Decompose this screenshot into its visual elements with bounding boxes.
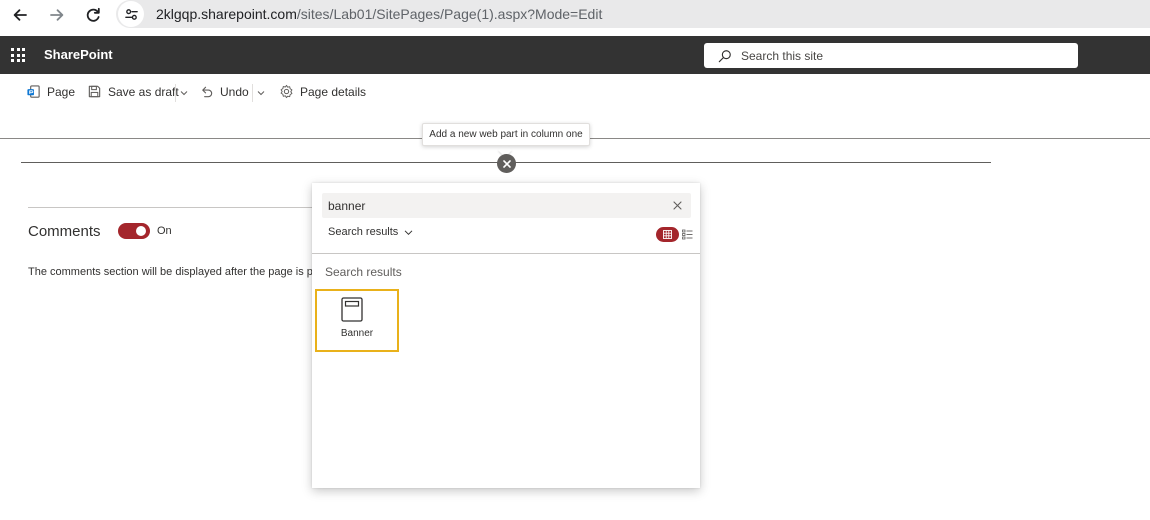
site-search-input[interactable] [741, 48, 1041, 63]
reload-icon [86, 7, 100, 22]
page-details-button[interactable]: Page details [279, 84, 366, 99]
results-heading: Search results [325, 265, 402, 279]
undo-label: Undo [220, 84, 249, 99]
url-path: /sites/Lab01/SitePages/Page(1).aspx?Mode… [296, 6, 603, 22]
page-icon [27, 85, 40, 98]
back-button[interactable] [8, 3, 32, 27]
web-part-toolbox: Search results Search results Banner [312, 183, 700, 488]
toggle-knob [136, 226, 146, 236]
app-launcher-icon[interactable] [11, 48, 25, 62]
banner-icon [341, 297, 363, 322]
close-icon [502, 159, 511, 168]
address-bar[interactable]: 2klgqp.sharepoint.com/sites/Lab01/SitePa… [116, 0, 1150, 28]
chevron-down-icon [404, 229, 413, 235]
clear-search-button[interactable] [672, 200, 683, 211]
arrow-left-icon [13, 9, 27, 21]
undo-button[interactable]: Undo [199, 84, 249, 99]
url-host: 2klgqp.sharepoint.com [156, 6, 297, 22]
undo-options-dropdown[interactable] [255, 86, 267, 100]
url-text[interactable]: 2klgqp.sharepoint.com/sites/Lab01/SitePa… [156, 6, 602, 22]
toolbox-divider [312, 253, 700, 254]
save-icon [88, 85, 101, 98]
site-search-box[interactable] [704, 43, 1078, 68]
command-divider [252, 84, 253, 102]
save-as-draft-label: Save as draft [108, 84, 179, 99]
gear-icon [280, 84, 293, 99]
site-info-button[interactable] [118, 1, 144, 27]
command-divider [175, 84, 176, 102]
chevron-down-icon [180, 91, 188, 96]
page-details-label: Page details [300, 84, 367, 99]
page-button-label: Page [47, 84, 76, 99]
close-toolbox-button[interactable] [497, 154, 516, 173]
browser-toolbar: 2klgqp.sharepoint.com/sites/Lab01/SitePa… [0, 0, 1150, 30]
forward-button[interactable] [45, 3, 69, 27]
grid-view-toggle[interactable] [656, 227, 679, 242]
page-button[interactable]: Page [26, 84, 75, 99]
command-bar: Page Save as draft Undo Page details [0, 74, 1150, 112]
web-part-tile-banner[interactable]: Banner [315, 289, 399, 352]
tune-icon [124, 8, 138, 20]
toolbox-search-box[interactable] [322, 193, 691, 218]
web-part-tile-label: Banner [340, 328, 374, 339]
reload-button[interactable] [81, 3, 105, 27]
category-filter-dropdown[interactable]: Search results [328, 226, 413, 238]
close-icon [673, 201, 682, 210]
comments-note: The comments section will be displayed a… [28, 266, 316, 278]
comments-toggle-state: On [157, 225, 172, 237]
search-icon [718, 49, 731, 62]
save-options-dropdown[interactable] [178, 86, 190, 100]
arrow-right-icon [50, 9, 64, 21]
comments-title: Comments [28, 223, 101, 240]
comments-toggle[interactable] [118, 223, 150, 239]
comments-divider [28, 207, 318, 208]
brand-name[interactable]: SharePoint [44, 47, 113, 62]
toolbox-search-input[interactable] [328, 198, 658, 213]
chevron-down-icon [257, 91, 265, 96]
list-view-toggle[interactable] [681, 228, 693, 240]
save-as-draft-button[interactable]: Save as draft [87, 84, 179, 99]
add-web-part-tooltip: Add a new web part in column one [422, 123, 590, 146]
suite-bar: SharePoint [0, 36, 1150, 74]
list-icon [681, 229, 692, 239]
undo-icon [202, 86, 213, 98]
grid-icon [663, 230, 672, 239]
category-filter-label: Search results [328, 226, 399, 238]
